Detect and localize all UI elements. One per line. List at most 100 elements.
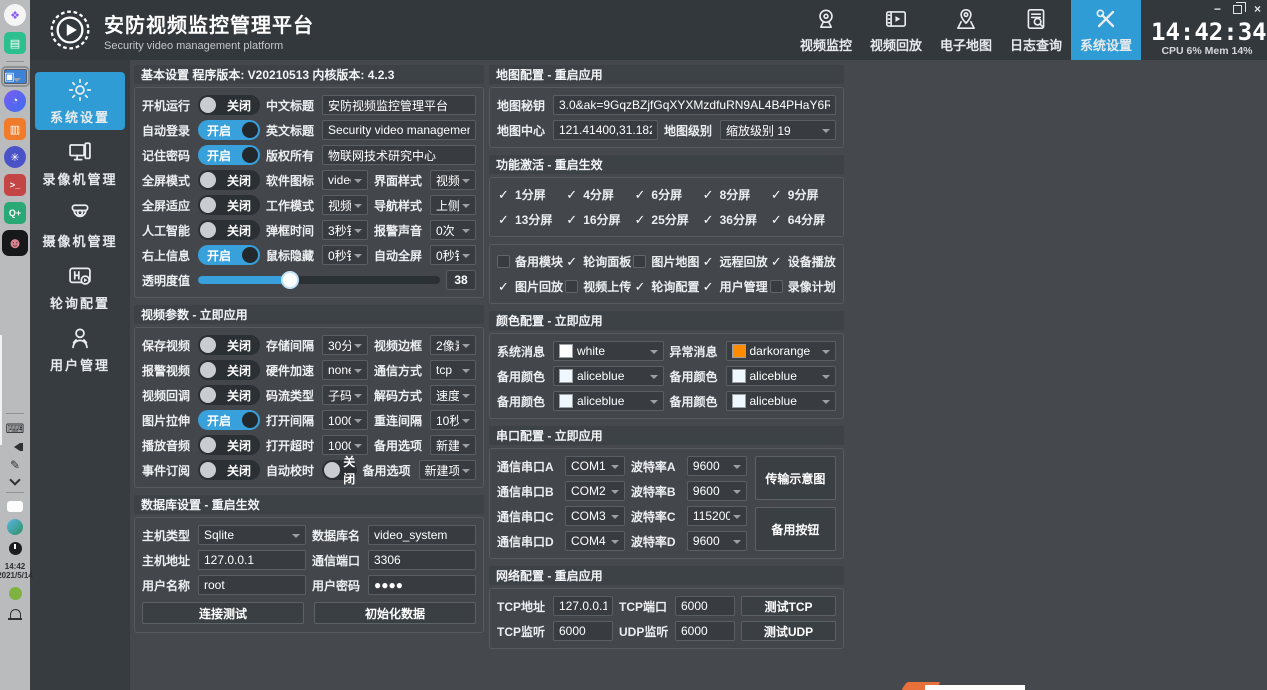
transfer-diagram-button[interactable]: 传输示意图 [755,456,836,500]
save-video-toggle[interactable]: 关闭 [198,335,260,355]
open-timeout-select[interactable]: 10000毫秒 [322,435,368,455]
copyright-input[interactable] [322,145,476,165]
map-level-select[interactable]: 缩放级别 19 [720,120,836,140]
spare-button[interactable]: 备用按钮 [755,507,836,551]
host-address-input[interactable] [198,550,306,570]
nav-video-monitor[interactable]: 视频监控 [791,0,861,60]
software-icon-select[interactable]: video_white [322,170,368,190]
checkbox-image-map[interactable]: 图片地图 [633,253,699,270]
checkbox-user-management[interactable]: 用户管理 [702,278,768,295]
video-callback-toggle[interactable]: 关闭 [198,385,260,405]
checkbox-9-screen[interactable]: 9分屏 [770,186,836,203]
serial-port-a-select[interactable]: COM1 [565,456,625,476]
qt-app-icon[interactable]: Q+ [4,202,26,224]
open-interval-select[interactable]: 1000毫秒 [322,410,368,430]
tcp-address-input[interactable] [553,596,613,616]
checkbox-image-playback[interactable]: 图片回放 [497,278,563,295]
ghost-app-icon[interactable]: ☻ [2,230,28,256]
chevron-down-icon[interactable] [9,474,20,485]
file-manager-icon[interactable]: ▣ [4,69,27,84]
checkbox-36-screen[interactable]: 36分屏 [702,211,768,228]
tray-app-icon[interactable] [9,587,22,600]
decode-mode-select[interactable]: 速度优先 [430,385,476,405]
spare-option-select[interactable]: 新建项目 [430,435,476,455]
serial-port-c-select[interactable]: COM3 [565,506,625,526]
popup-time-select[interactable]: 3秒钟 [322,220,368,240]
storage-interval-select[interactable]: 30分钟 [322,335,368,355]
sidebar-item-system-settings[interactable]: 系统设置 [35,72,125,130]
play-audio-toggle[interactable]: 关闭 [198,435,260,455]
username-input[interactable] [198,575,306,595]
comm-mode-select[interactable]: tcp [430,360,476,380]
config-app-icon[interactable]: ✳ [4,146,26,168]
udp-listen-input[interactable] [675,621,735,641]
test-tcp-button[interactable]: 测试TCP [741,596,836,616]
power-icon[interactable] [9,542,22,555]
nav-video-playback[interactable]: 视频回放 [861,0,931,60]
checkbox-video-upload[interactable]: 视频上传 [565,278,631,295]
auto-login-toggle[interactable]: 开启 [198,120,260,140]
image-stretch-toggle[interactable]: 开启 [198,410,260,430]
checkbox-4-screen[interactable]: 4分屏 [565,186,631,203]
checkbox-64-screen[interactable]: 64分屏 [770,211,836,228]
serial-port-d-select[interactable]: COM4 [565,531,625,551]
nav-system-settings[interactable]: 系统设置 [1071,0,1141,60]
nav-log-query[interactable]: 日志查询 [1001,0,1071,60]
checkbox-remote-playback[interactable]: 远程回放 [702,253,768,270]
weather-tray-icon[interactable] [7,519,23,535]
tcp-listen-input[interactable] [553,621,613,641]
restore-button[interactable] [1233,5,1242,14]
pen-icon[interactable]: ✎ [10,458,20,472]
baud-d-select[interactable]: 9600 [687,531,747,551]
sidebar-item-camera-management[interactable]: 摄像机管理 [35,196,125,254]
checkbox-spare-module[interactable]: 备用模块 [497,253,563,270]
init-data-button[interactable]: 初始化数据 [314,602,476,624]
top-right-info-toggle[interactable]: 开启 [198,245,260,265]
opacity-slider[interactable] [198,276,440,284]
store-app-icon[interactable]: ▥ [4,118,26,140]
checkbox-16-screen[interactable]: 16分屏 [565,211,631,228]
spare-option-select-2[interactable]: 新建项目 [419,460,477,480]
notes-app-icon[interactable]: ▤ [4,32,26,54]
checkbox-device-play[interactable]: 设备播放 [770,253,836,270]
map-key-input[interactable] [553,95,836,115]
alarm-video-toggle[interactable]: 关闭 [198,360,260,380]
alarm-sound-select[interactable]: 0次 [430,220,476,240]
sidebar-item-user-management[interactable]: 用户管理 [35,320,125,378]
terminal-app-icon[interactable]: >_ [4,174,26,196]
baud-a-select[interactable]: 9600 [687,456,747,476]
tray-input-icon[interactable] [7,501,23,512]
system-message-color-select[interactable]: white [553,341,664,361]
nav-style-select[interactable]: 上侧+上侧 [430,195,476,215]
error-message-color-select[interactable]: darkorange [726,341,837,361]
app-launcher-icon[interactable]: ❖ [4,4,26,26]
sidebar-item-poll-config[interactable]: 轮询配置 [35,258,125,316]
volume-icon[interactable] [10,443,20,451]
spare-color-select-3[interactable]: aliceblue [553,391,664,411]
checkbox-8-screen[interactable]: 8分屏 [702,186,768,203]
database-name-input[interactable] [368,525,476,545]
host-type-select[interactable]: Sqlite [198,525,306,545]
nav-emap[interactable]: 电子地图 [931,0,1001,60]
keyboard-icon[interactable]: ⌨ [6,422,25,436]
stream-type-select[interactable]: 子码流 [322,385,368,405]
auto-fullscreen-select[interactable]: 0秒钟 [430,245,476,265]
close-button[interactable]: × [1254,3,1261,15]
video-border-select[interactable]: 2像素 [430,335,476,355]
test-udp-button[interactable]: 测试UDP [741,621,836,641]
reconnect-interval-select[interactable]: 10秒钟 [430,410,476,430]
notification-bell-icon[interactable] [10,609,21,618]
fullscreen-fit-toggle[interactable]: 关闭 [198,195,260,215]
checkbox-record-plan[interactable]: 录像计划 [770,278,836,295]
spare-color-select-1[interactable]: aliceblue [553,366,664,386]
map-center-input[interactable] [553,120,658,140]
checkbox-6-screen[interactable]: 6分屏 [633,186,699,203]
ui-style-select[interactable]: 视频黑 [430,170,476,190]
minimize-button[interactable]: − [1214,3,1221,15]
baud-b-select[interactable]: 9600 [687,481,747,501]
work-mode-select[interactable]: 视频监控 [322,195,368,215]
boot-run-toggle[interactable]: 关闭 [198,95,260,115]
event-subscribe-toggle[interactable]: 关闭 [198,460,260,480]
connection-test-button[interactable]: 连接测试 [142,602,304,624]
sidebar-item-recorder-management[interactable]: 录像机管理 [35,134,125,192]
